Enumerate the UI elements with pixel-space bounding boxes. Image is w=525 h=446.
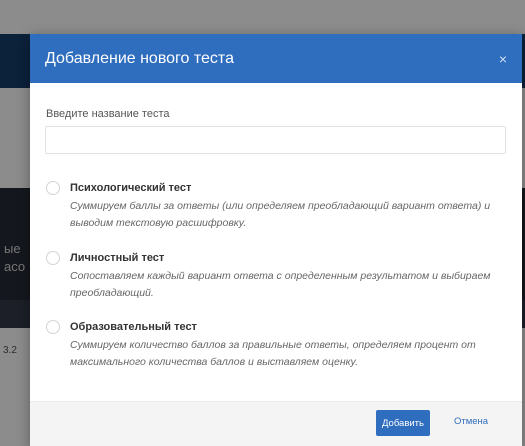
cancel-button[interactable]: Отмена (454, 416, 488, 427)
radio-personality[interactable] (46, 251, 60, 265)
test-name-label: Введите название теста (46, 108, 170, 120)
option-description: Сопоставляем каждый вариант ответа с опр… (70, 270, 491, 299)
option-description: Суммируем количество баллов за правильны… (70, 339, 476, 368)
test-name-input[interactable] (45, 126, 506, 154)
radio-educational[interactable] (46, 320, 60, 334)
dialog-title: Добавление нового теста (45, 49, 234, 67)
radio-psychological[interactable] (46, 181, 60, 195)
dialog-body: Введите название теста Психологический т… (30, 83, 522, 401)
option-title: Личностный тест (70, 252, 165, 264)
dialog-header: Добавление нового теста × (30, 34, 522, 83)
dialog-footer: Добавить Отмена (30, 401, 522, 446)
add-test-dialog: Добавление нового теста × Введите назван… (30, 34, 522, 446)
add-button[interactable]: Добавить (376, 410, 430, 436)
option-title: Образовательный тест (70, 321, 197, 333)
close-icon[interactable]: × (499, 52, 507, 66)
option-title: Психологический тест (70, 182, 192, 194)
option-description: Суммируем баллы за ответы (или определяе… (70, 200, 491, 229)
